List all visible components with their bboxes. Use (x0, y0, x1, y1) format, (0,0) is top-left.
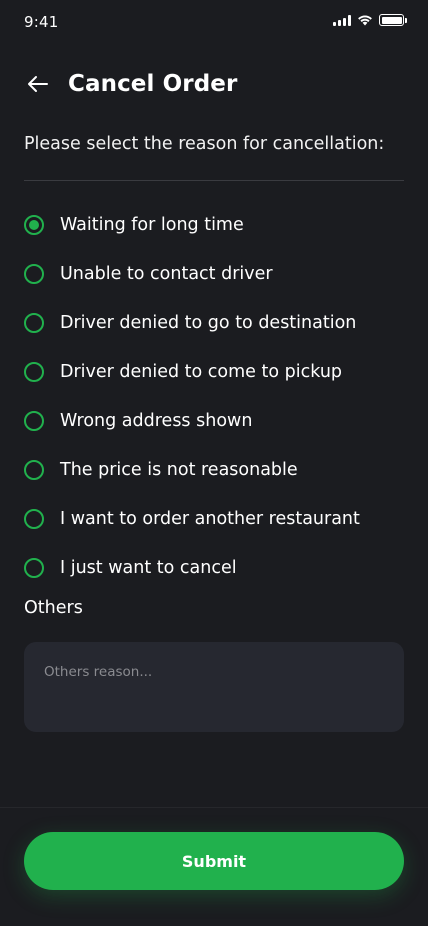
reason-option[interactable]: I want to order another restaurant (24, 494, 404, 543)
reason-label: Unable to contact driver (60, 263, 273, 284)
header: Cancel Order (24, 68, 237, 100)
reason-option[interactable]: The price is not reasonable (24, 445, 404, 494)
reason-option[interactable]: Driver denied to go to destination (24, 298, 404, 347)
reason-label: Driver denied to go to destination (60, 312, 357, 333)
radio-button[interactable] (24, 410, 44, 431)
reason-label: Waiting for long time (60, 214, 244, 235)
battery-icon (379, 14, 407, 26)
reason-label: I just want to cancel (60, 557, 237, 578)
bottom-divider (0, 807, 428, 808)
cancel-order-screen: 9:41 Cancel Order Please select the reas… (0, 0, 428, 926)
reason-label: The price is not reasonable (60, 459, 298, 480)
reason-option[interactable]: Wrong address shown (24, 396, 404, 445)
radio-button[interactable] (24, 214, 44, 235)
reason-options: Waiting for long time Unable to contact … (24, 200, 404, 592)
submit-button[interactable]: Submit (24, 832, 404, 890)
reason-option[interactable]: Driver denied to come to pickup (24, 347, 404, 396)
wifi-icon (358, 15, 372, 26)
arrow-left-icon (28, 76, 48, 92)
others-label: Others (24, 598, 83, 618)
radio-button[interactable] (24, 557, 44, 578)
status-icons (333, 14, 407, 26)
status-time: 9:41 (24, 13, 59, 31)
radio-button[interactable] (24, 361, 44, 382)
reason-option[interactable]: I just want to cancel (24, 543, 404, 592)
reason-label: I want to order another restaurant (60, 508, 360, 529)
reason-option[interactable]: Unable to contact driver (24, 249, 404, 298)
radio-selected-dot (29, 219, 39, 230)
radio-button[interactable] (24, 459, 44, 480)
page-title: Cancel Order (68, 71, 238, 97)
radio-button[interactable] (24, 312, 44, 333)
cellular-signal-icon (333, 14, 351, 26)
radio-button[interactable] (24, 508, 44, 529)
reason-label: Wrong address shown (60, 410, 253, 431)
back-button[interactable] (24, 70, 52, 98)
reason-label: Driver denied to come to pickup (60, 361, 343, 382)
radio-button[interactable] (24, 263, 44, 284)
status-bar: 9:41 (0, 0, 428, 44)
divider (24, 180, 404, 181)
reason-option[interactable]: Waiting for long time (24, 200, 404, 249)
others-reason-input[interactable] (24, 642, 404, 732)
cancellation-prompt: Please select the reason for cancellatio… (24, 134, 385, 154)
